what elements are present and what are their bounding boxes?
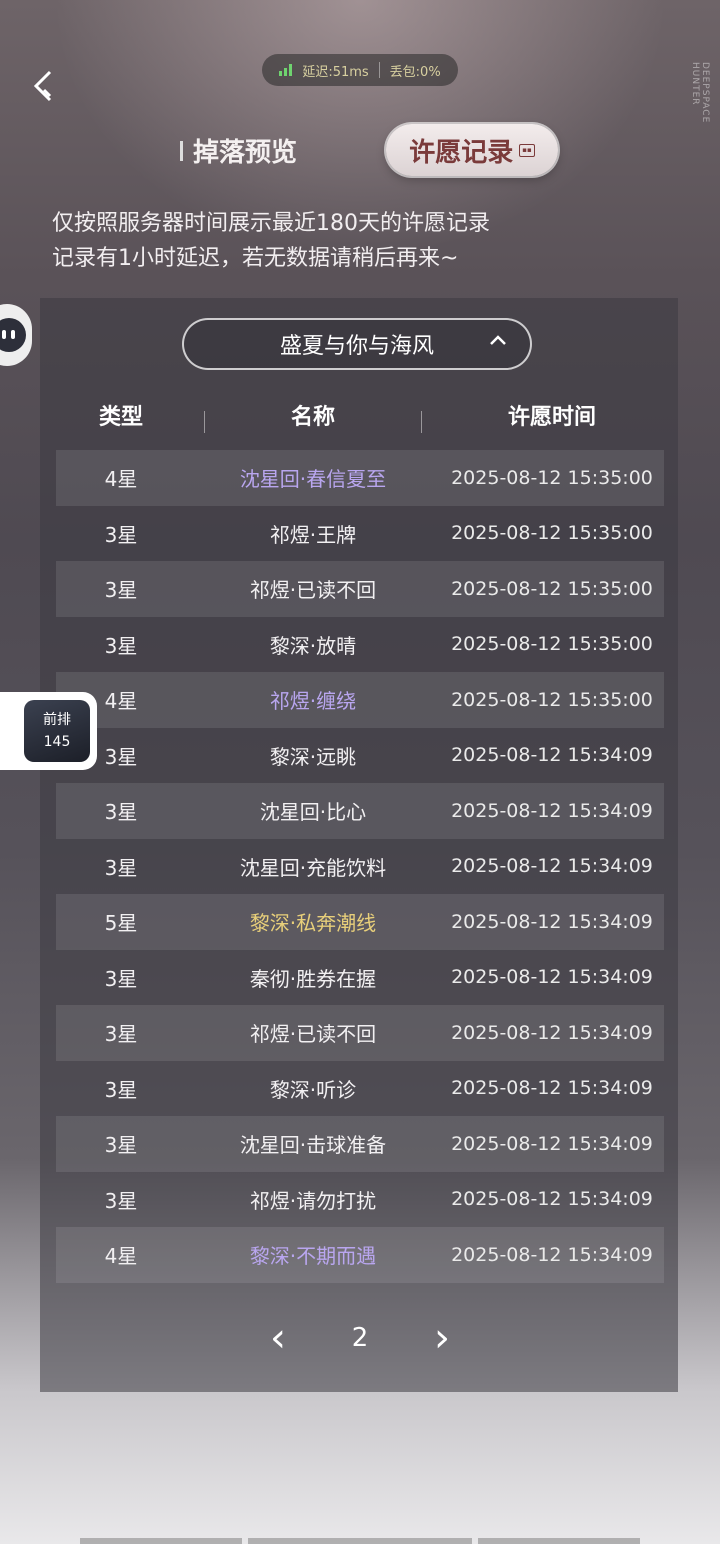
header-name-label: 名称 [290, 405, 335, 430]
notice-line-2: 记录有1小时延迟，若无数据请稍后再来~ [52, 246, 459, 271]
table-row: 5星 黎深·私奔潮线 2025-08-12 15:34:09 [56, 894, 664, 950]
cell-time: 2025-08-12 15:35:00 [451, 577, 653, 600]
table-row: 3星 沈星回·充能饮料 2025-08-12 15:34:09 [56, 839, 664, 895]
cell-type: 3星 [104, 966, 138, 991]
cell-time: 2025-08-12 15:34:09 [451, 1132, 653, 1155]
cell-time: 2025-08-12 15:34:09 [451, 1077, 653, 1100]
signal-icon [279, 64, 293, 76]
floating-overlay-card[interactable]: 前排 145 [0, 692, 97, 770]
page-number: 2 [351, 1323, 369, 1353]
network-status: 延迟:51ms 丢包:0% [262, 54, 458, 86]
cell-type: 5星 [104, 911, 138, 936]
tab-drop-preview[interactable]: 掉落预览 [180, 132, 297, 169]
cell-name: 祁煜·已读不回 [249, 1022, 377, 1047]
record-notice: 仅按照服务器时间展示最近180天的许愿记录 记录有1小时延迟，若无数据请稍后再来… [52, 206, 490, 276]
pagination: ‹ 2 › [270, 1316, 450, 1360]
assistant-face-icon [0, 318, 26, 352]
table-row: 4星 黎深·不期而遇 2025-08-12 15:34:09 [56, 1227, 664, 1283]
cell-name: 黎深·私奔潮线 [249, 911, 377, 936]
status-divider [378, 62, 380, 78]
cell-name: 沈星回·比心 [259, 800, 367, 825]
cell-time: 2025-08-12 15:34:09 [451, 966, 653, 989]
cell-type: 3星 [104, 855, 138, 880]
cell-time: 2025-08-12 15:34:09 [451, 744, 653, 767]
cell-time: 2025-08-12 15:34:09 [451, 799, 653, 822]
cell-time: 2025-08-12 15:34:09 [451, 1188, 653, 1211]
cell-time: 2025-08-12 15:34:09 [451, 1243, 653, 1266]
cell-type: 3星 [104, 800, 138, 825]
assistant-float-button[interactable] [0, 304, 32, 366]
cell-time: 2025-08-12 15:34:09 [451, 855, 653, 878]
overlay-avatar: 前排 145 [24, 700, 90, 762]
cell-name: 祁煜·缠绕 [269, 689, 357, 714]
chevron-up-icon [488, 330, 508, 356]
header-name: 名称 [186, 399, 440, 433]
cell-type: 3星 [104, 633, 138, 658]
header-divider [421, 411, 422, 433]
tab-badge-icon: ▪▪ [519, 143, 535, 157]
cell-name: 祁煜·王牌 [269, 522, 357, 547]
cell-name: 祁煜·请勿打扰 [249, 1188, 377, 1213]
table-row: 3星 黎深·听诊 2025-08-12 15:34:09 [56, 1061, 664, 1117]
table-header: 类型 名称 许愿时间 [56, 392, 664, 438]
record-table: 4星 沈星回·春信夏至 2025-08-12 15:35:00 3星 祁煜·王牌 202… [56, 450, 664, 1283]
cell-time: 2025-08-12 15:34:09 [451, 910, 653, 933]
cell-name: 黎深·放晴 [269, 633, 357, 658]
cell-time: 2025-08-12 15:35:00 [451, 633, 653, 656]
tab-wish-record[interactable]: 许愿记录 ▪▪ [386, 124, 558, 176]
cell-name: 沈星回·春信夏至 [239, 467, 387, 492]
home-indicator [80, 1538, 242, 1544]
overlay-line-2: 145 [43, 734, 71, 750]
cell-time: 2025-08-12 15:34:09 [451, 1021, 653, 1044]
table-row: 3星 秦彻·胜券在握 2025-08-12 15:34:09 [56, 950, 664, 1006]
packet-loss-text: 丢包:0% [389, 64, 441, 80]
cell-time: 2025-08-12 15:35:00 [451, 466, 653, 489]
header-type: 类型 [98, 405, 143, 430]
cell-name: 黎深·不期而遇 [249, 1244, 377, 1269]
cell-name: 沈星回·充能饮料 [239, 855, 387, 880]
pool-selector-value: 盛夏与你与海风 [279, 334, 434, 359]
cell-name: 秦彻·胜券在握 [249, 966, 377, 991]
cell-name: 黎深·听诊 [269, 1077, 357, 1102]
latency-text: 延迟:51ms [302, 64, 369, 80]
table-row: 3星 黎深·放晴 2025-08-12 15:35:00 [56, 617, 664, 673]
cell-type: 3星 [104, 1188, 138, 1213]
table-row: 4星 沈星回·春信夏至 2025-08-12 15:35:00 [56, 450, 664, 506]
next-page-button[interactable]: › [434, 1318, 450, 1358]
table-row: 3星 祁煜·王牌 2025-08-12 15:35:00 [56, 506, 664, 562]
cell-type: 3星 [104, 578, 138, 603]
cell-name: 祁煜·已读不回 [249, 578, 377, 603]
table-row: 3星 黎深·远眺 2025-08-12 15:34:09 [56, 728, 664, 784]
back-icon[interactable] [26, 66, 66, 106]
prev-page-button[interactable]: ‹ [270, 1318, 286, 1358]
table-row: 3星 祁煜·请勿打扰 2025-08-12 15:34:09 [56, 1172, 664, 1228]
cell-type: 3星 [104, 1077, 138, 1102]
table-row: 4星 祁煜·缠绕 2025-08-12 15:35:00 [56, 672, 664, 728]
cell-time: 2025-08-12 15:35:00 [451, 522, 653, 545]
notice-line-1: 仅按照服务器时间展示最近180天的许愿记录 [52, 211, 490, 236]
cell-name: 黎深·远眺 [269, 744, 357, 769]
home-indicator [248, 1538, 472, 1544]
table-row: 3星 沈星回·比心 2025-08-12 15:34:09 [56, 783, 664, 839]
cell-type: 4星 [104, 1244, 138, 1269]
cell-type: 4星 [104, 467, 138, 492]
brand-watermark: DEEPSPACE HUNTER [690, 62, 710, 124]
tab-wish-record-label: 许愿记录 [409, 137, 514, 168]
tab-drop-preview-label: 掉落预览 [193, 138, 298, 168]
cell-time: 2025-08-12 15:35:00 [451, 688, 653, 711]
table-row: 3星 沈星回·击球准备 2025-08-12 15:34:09 [56, 1116, 664, 1172]
home-indicator [478, 1538, 640, 1544]
cell-type: 3星 [104, 1133, 138, 1158]
overlay-line-1: 前排 [43, 712, 71, 728]
table-row: 3星 祁煜·已读不回 2025-08-12 15:35:00 [56, 561, 664, 617]
cell-type: 3星 [104, 1022, 138, 1047]
pool-selector[interactable]: 盛夏与你与海风 [182, 318, 532, 370]
header-divider [204, 411, 205, 433]
cell-name: 沈星回·击球准备 [239, 1133, 387, 1158]
header-time: 许愿时间 [507, 405, 596, 430]
table-row: 3星 祁煜·已读不回 2025-08-12 15:34:09 [56, 1005, 664, 1061]
tab-divider [180, 140, 183, 161]
cell-type: 3星 [104, 522, 138, 547]
